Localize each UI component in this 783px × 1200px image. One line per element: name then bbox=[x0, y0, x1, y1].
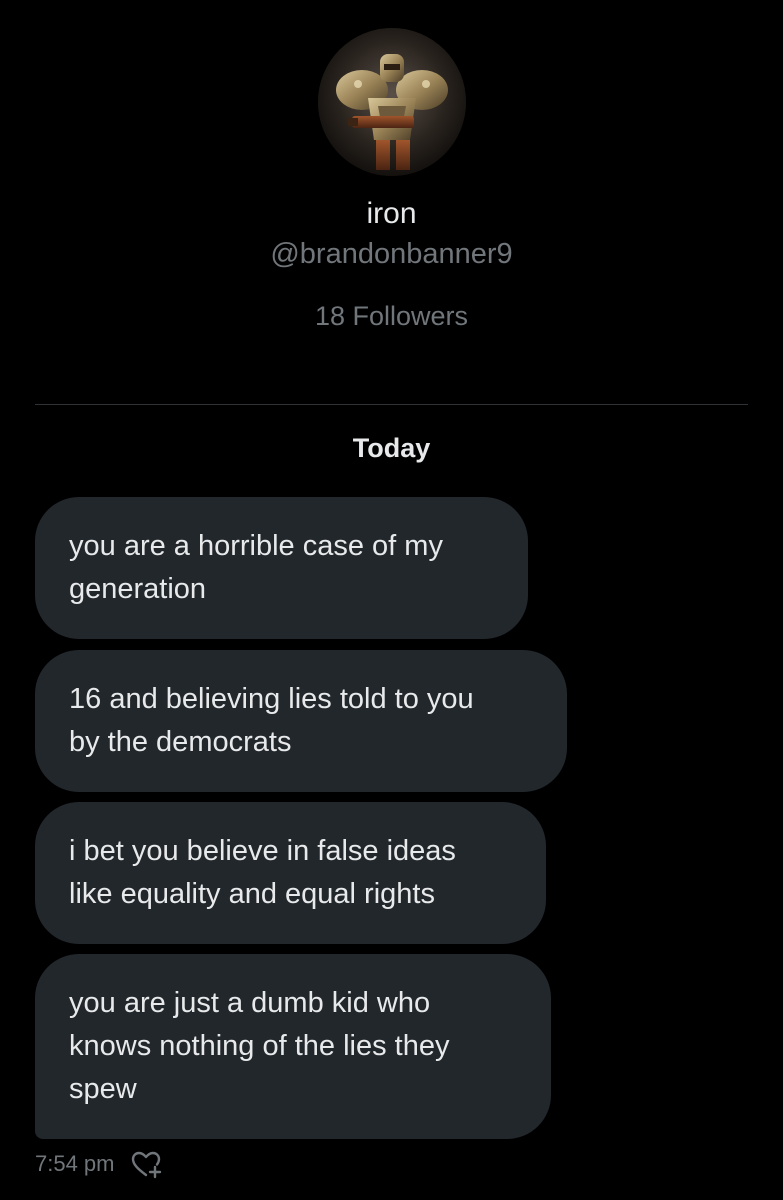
message-text-line: you are just a dumb kid who bbox=[69, 987, 431, 1019]
message-text-line: by the democrats bbox=[69, 726, 292, 758]
profile-display-name[interactable]: iron bbox=[0, 196, 783, 232]
message-text-line: knows nothing of the lies they bbox=[69, 1030, 450, 1062]
message-text-line: generation bbox=[69, 573, 207, 605]
divider bbox=[35, 404, 748, 405]
message-text-line: like equality and equal rights bbox=[69, 878, 435, 910]
message-bubble[interactable]: you are a horrible case of my generation bbox=[35, 497, 528, 639]
add-reaction-heart-icon[interactable] bbox=[129, 1147, 163, 1181]
profile-handle[interactable]: @brandonbanner9 bbox=[0, 236, 783, 272]
date-separator: Today bbox=[352, 433, 431, 463]
message-bubble[interactable]: 16 and believing lies told to you by the… bbox=[35, 650, 567, 792]
message-timestamp: 7:54 pm bbox=[35, 1151, 115, 1176]
message-text-line: i bet you believe in false ideas bbox=[69, 835, 456, 867]
dm-conversation-screen: iron @brandonbanner9 18 Followers Today … bbox=[0, 0, 783, 1200]
message-bubble[interactable]: you are just a dumb kid who knows nothin… bbox=[35, 954, 551, 1139]
warrior-armor-avatar-icon bbox=[318, 28, 466, 176]
profile-avatar[interactable] bbox=[318, 28, 466, 176]
message-meta: 7:54 pm bbox=[35, 1146, 163, 1182]
message-text-line: spew bbox=[69, 1073, 137, 1105]
message-bubble[interactable]: i bet you believe in false ideas like eq… bbox=[35, 802, 546, 944]
message-text-line: 16 and believing lies told to you bbox=[69, 683, 474, 715]
profile-followers-count[interactable]: 18 Followers bbox=[0, 298, 783, 334]
message-text-line: you are a horrible case of my bbox=[69, 530, 443, 562]
